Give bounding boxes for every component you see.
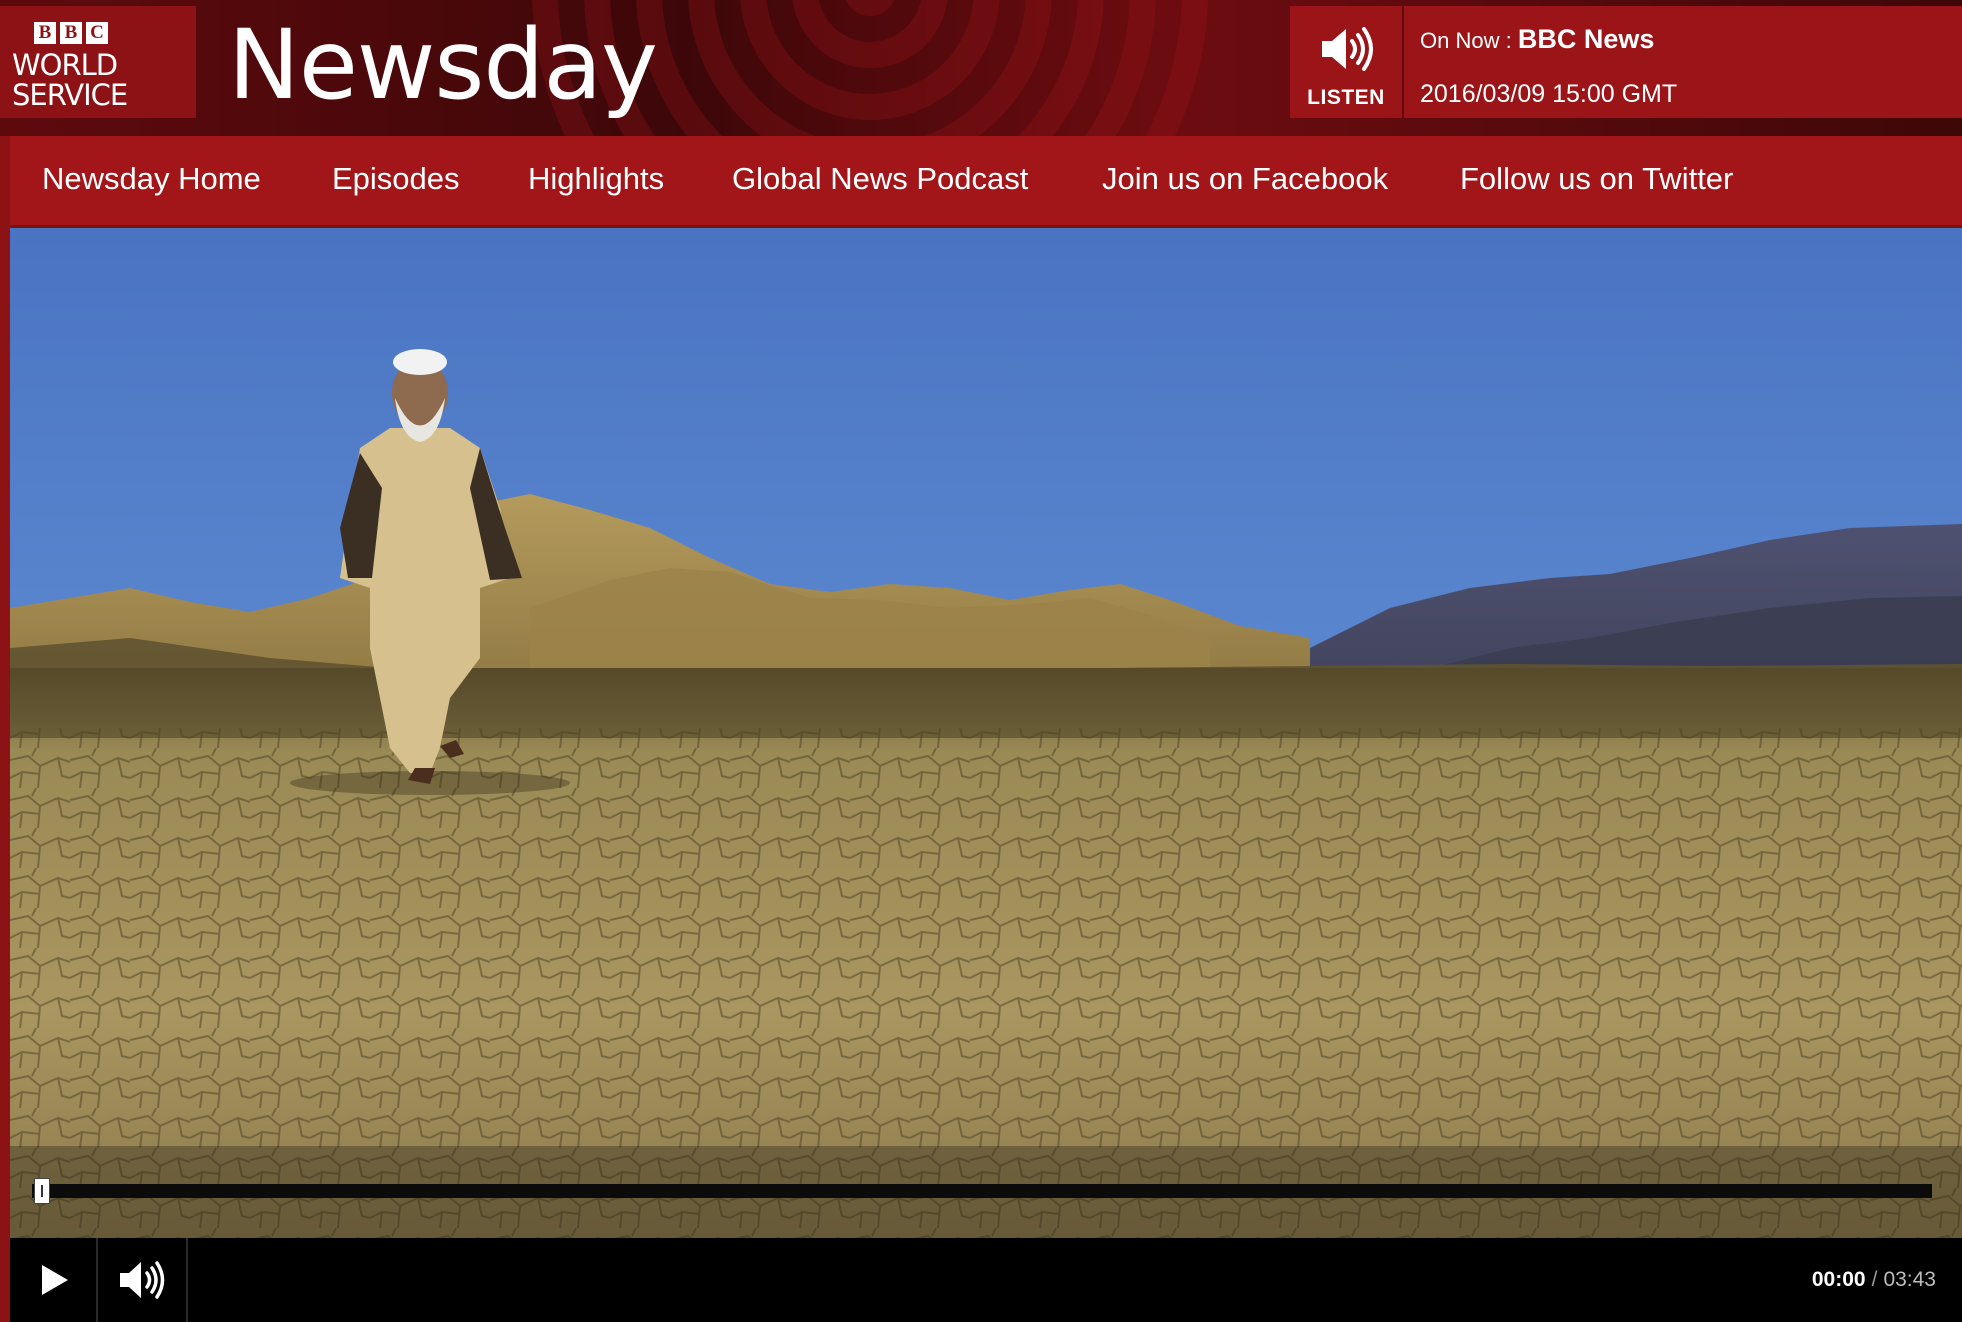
programme-title[interactable]: Newsday <box>228 10 658 120</box>
bbc-world-service-logo[interactable]: B B C WORLD SERVICE <box>0 6 196 118</box>
site-header: B B C WORLD SERVICE Newsday LISTEN On No… <box>0 0 1962 136</box>
play-button[interactable] <box>10 1238 98 1322</box>
left-border-stripe <box>0 136 10 1322</box>
page: B B C WORLD SERVICE Newsday LISTEN On No… <box>0 0 1962 1322</box>
nav-item-facebook[interactable]: Join us on Facebook <box>1102 136 1388 224</box>
media-player-area[interactable] <box>10 228 1962 1238</box>
on-now-show: BBC News <box>1517 24 1655 54</box>
nav-item-newsday-home[interactable]: Newsday Home <box>42 136 261 224</box>
bbc-block-c: C <box>86 22 108 44</box>
logo-line-world: WORLD <box>12 48 118 82</box>
speaker-icon <box>1322 27 1373 71</box>
time-readout: 00:00/03:43 <box>1812 1238 1936 1322</box>
volume-button[interactable] <box>98 1238 188 1322</box>
programme-nav: Newsday Home Episodes Highlights Global … <box>10 136 1962 228</box>
broadcast-time: 2016/03/09 15:00 GMT <box>1420 80 1678 108</box>
hero-image <box>10 228 1962 1238</box>
current-time: 00:00 <box>1811 1268 1866 1291</box>
bbc-blocks: B B C <box>34 22 108 44</box>
bbc-block-b2: B <box>60 22 82 44</box>
seek-bar-area <box>10 1146 1962 1238</box>
volume-icon <box>120 1261 165 1299</box>
time-separator: / <box>1871 1268 1878 1291</box>
seek-track[interactable] <box>32 1184 1932 1198</box>
nav-item-global-news-podcast[interactable]: Global News Podcast <box>732 136 1028 224</box>
logo-line-service: SERVICE <box>12 78 128 112</box>
nav-item-episodes[interactable]: Episodes <box>332 136 460 224</box>
player-controls: 00:00/03:43 <box>10 1238 1962 1322</box>
nav-item-highlights[interactable]: Highlights <box>528 136 664 224</box>
listen-label: LISTEN <box>1307 86 1385 109</box>
on-now-prefix: On Now : <box>1420 28 1512 53</box>
duration: 03:43 <box>1883 1268 1936 1291</box>
on-now-line: On Now : BBC News <box>1420 24 1654 55</box>
listen-live-button[interactable]: LISTEN <box>1290 6 1402 118</box>
on-now-panel[interactable]: On Now : BBC News 2016/03/09 15:00 GMT <box>1404 6 1962 118</box>
play-icon <box>42 1265 68 1295</box>
seek-handle[interactable] <box>34 1178 50 1204</box>
bbc-block-b1: B <box>34 22 56 44</box>
nav-item-twitter[interactable]: Follow us on Twitter <box>1460 136 1733 224</box>
